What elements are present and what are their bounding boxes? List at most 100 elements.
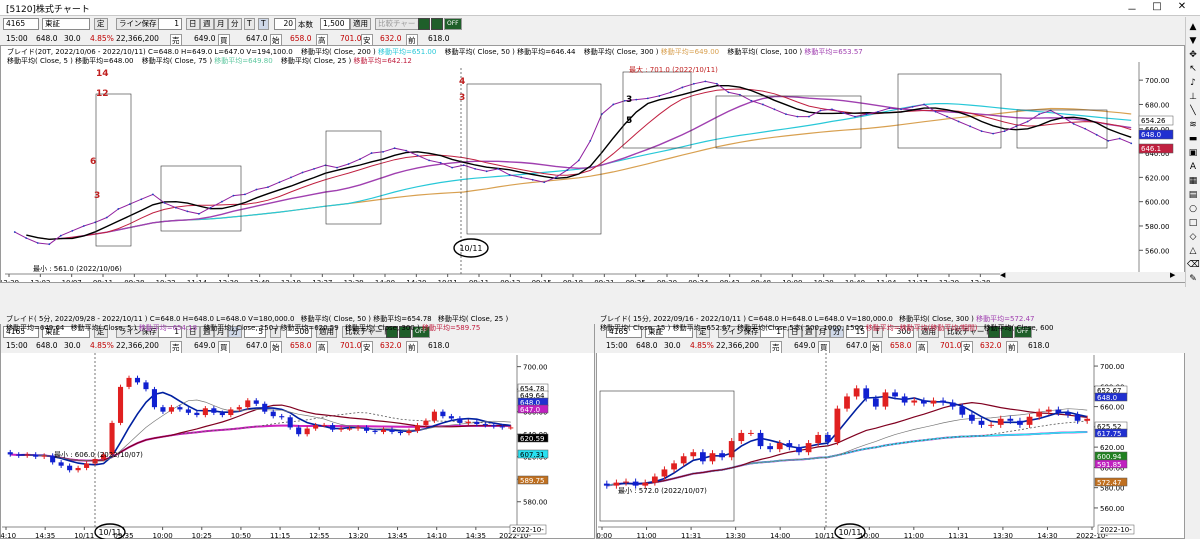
- diamond-icon[interactable]: ◇: [1187, 232, 1199, 243]
- arrow-up-icon[interactable]: ▲: [1187, 22, 1199, 33]
- candle-body: [988, 424, 994, 426]
- x-tick-label: 11:00: [904, 532, 924, 539]
- period-button[interactable]: 定: [94, 18, 108, 30]
- eraser-icon[interactable]: ⌫: [1187, 260, 1200, 271]
- candle-body: [177, 407, 183, 410]
- price-point: [831, 108, 833, 111]
- price-point: [151, 193, 154, 196]
- candle-body: [1055, 409, 1062, 413]
- tick-button[interactable]: T: [244, 18, 255, 30]
- x-tick-label: 14:00: [770, 532, 790, 539]
- candle-body: [940, 400, 946, 403]
- candle-body: [499, 426, 505, 428]
- candle-body: [321, 425, 327, 427]
- candle-body: [978, 420, 985, 425]
- scroll-right-icon[interactable]: ▶: [1170, 271, 1175, 279]
- color-swatch-icon[interactable]: ▦: [1187, 176, 1199, 187]
- arrow-down-icon[interactable]: ▼: [1187, 36, 1199, 47]
- market-select[interactable]: 東証: [42, 18, 90, 30]
- candle-body: [767, 446, 774, 450]
- price-point: [462, 164, 465, 167]
- pencil-icon[interactable]: ✎: [1187, 274, 1199, 285]
- x-tick-label: 10:00: [153, 532, 173, 539]
- y-tick-label: 700.00: [1100, 363, 1125, 371]
- bell-icon[interactable]: ♪: [1187, 78, 1199, 89]
- price-point: [25, 237, 28, 240]
- candle-body: [997, 418, 1004, 425]
- label-icon[interactable]: ▬: [1187, 134, 1199, 145]
- x-tick-label: 10/11: [815, 532, 835, 539]
- candle-body: [892, 392, 898, 397]
- line-save-button[interactable]: ライン保存: [116, 18, 160, 30]
- unit-week-button[interactable]: 週: [200, 18, 214, 30]
- price-point: [773, 108, 776, 111]
- gear-icon[interactable]: [418, 18, 430, 30]
- bar-count-input[interactable]: 1,500: [320, 18, 350, 30]
- ma-line: [37, 88, 1132, 240]
- price-point: [646, 97, 649, 100]
- wave-label: 6: [90, 157, 96, 167]
- stock-code-input[interactable]: 4165: [3, 18, 39, 30]
- unit-minute-button[interactable]: 分: [228, 18, 242, 30]
- candle-body: [397, 431, 404, 434]
- period-num-input[interactable]: 1: [158, 18, 182, 30]
- price-box-label: 617.75: [1097, 430, 1122, 438]
- candle-body: [363, 427, 370, 431]
- candle-body: [642, 482, 649, 486]
- ruler-icon[interactable]: ⊥: [1187, 92, 1199, 103]
- grid-icon[interactable]: ▤: [1187, 190, 1199, 201]
- price-point: [888, 107, 891, 110]
- text-icon[interactable]: A: [1187, 162, 1199, 173]
- price-point: [785, 113, 787, 116]
- rectangle-icon[interactable]: □: [1187, 218, 1199, 229]
- candle-body: [786, 443, 793, 448]
- br-legend-ma600: 移動平均( Close, 600: [983, 324, 1054, 332]
- price-point: [186, 210, 189, 213]
- unit-month-button[interactable]: 月: [214, 18, 228, 30]
- price-point: [416, 154, 419, 157]
- candle-body: [67, 465, 73, 471]
- price-point: [1003, 130, 1006, 133]
- circle-icon[interactable]: ○: [1187, 204, 1199, 215]
- top-chart-panel[interactable]: ブレイド(20T, 2022/10/06 - 2022/10/11) C=648…: [0, 45, 1185, 283]
- top-scrollbar[interactable]: ◀ ▶: [1000, 271, 1185, 282]
- price-point: [1038, 113, 1041, 116]
- price-point: [405, 149, 408, 152]
- cursor-icon[interactable]: ↖: [1187, 64, 1199, 75]
- candle-body: [613, 482, 620, 486]
- tick-count-input[interactable]: 20: [274, 18, 296, 30]
- price-point: [198, 212, 200, 215]
- apply-button[interactable]: 適用: [350, 18, 371, 30]
- move-icon[interactable]: ✥: [1187, 50, 1199, 61]
- unit-day-button[interactable]: 日: [186, 18, 200, 30]
- y-tick-label: 700.00: [523, 364, 548, 372]
- x-tick-label: 11:31: [948, 532, 968, 539]
- bl-legend-ma25-value: 移動平均=649.64: [6, 324, 65, 332]
- price-box-label: 647.0: [520, 406, 540, 414]
- candle-body: [389, 429, 395, 432]
- bl-legend-row2: 移動平均=649.64 移動平均( Close, 5 ) 移動平均=654.18…: [6, 324, 551, 333]
- y-tick-label: 560.00: [1100, 505, 1125, 513]
- scale-icon[interactable]: [431, 18, 443, 30]
- price-point: [221, 200, 223, 203]
- line-tool-icon[interactable]: ╲: [1187, 106, 1199, 117]
- restore-button[interactable]: □: [1147, 1, 1167, 12]
- triangle-icon[interactable]: △: [1187, 246, 1199, 257]
- price-point: [934, 110, 937, 113]
- min-annotation: 最小 : 606.0 (2022/10/07): [54, 450, 143, 459]
- off-icon[interactable]: OFF: [444, 18, 462, 30]
- tick-active-button[interactable]: T: [258, 18, 269, 30]
- min-annotation: 最小 : 561.0 (2022/10/06): [33, 264, 122, 273]
- candle-body: [863, 388, 870, 399]
- minimize-button[interactable]: －: [1122, 1, 1142, 16]
- close-button[interactable]: ✕: [1172, 1, 1192, 12]
- camera-icon[interactable]: ▣: [1187, 148, 1199, 159]
- price-box-label: 589.75: [520, 477, 545, 485]
- wave-icon[interactable]: ≋: [1187, 120, 1199, 131]
- candle-body: [41, 455, 47, 457]
- price-point: [566, 169, 569, 171]
- scroll-left-icon[interactable]: ◀: [1000, 271, 1005, 279]
- price-point: [301, 171, 304, 174]
- price-point: [290, 176, 292, 179]
- bl-legend-ma150-value: 移動平均=620.59: [280, 324, 339, 332]
